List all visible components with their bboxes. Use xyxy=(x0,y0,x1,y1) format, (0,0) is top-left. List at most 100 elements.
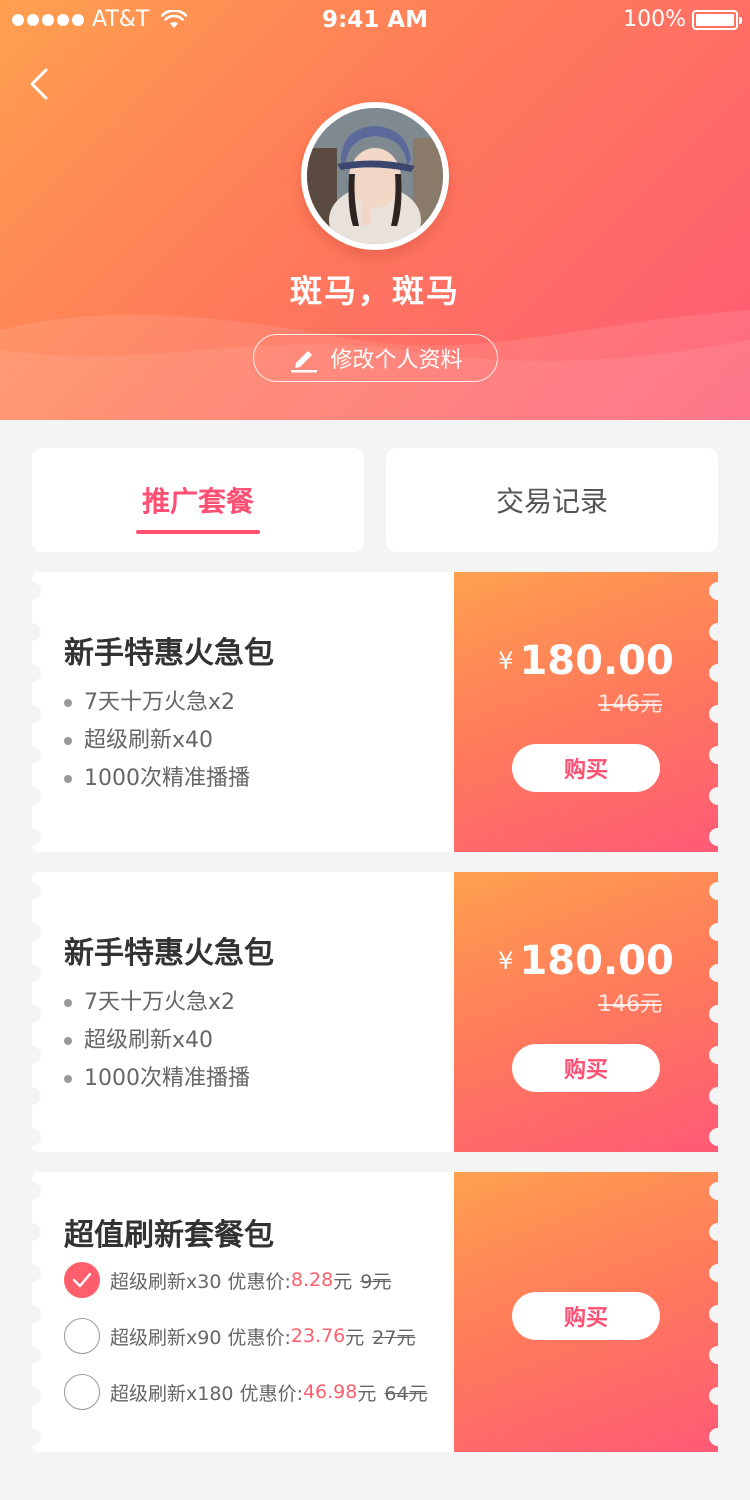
ticket-notch xyxy=(709,828,727,846)
feature-item: 1000次精准播播 xyxy=(64,760,250,798)
original-price: 146元 xyxy=(598,692,662,717)
ticket-notches-right xyxy=(709,1172,727,1452)
edit-profile-label: 修改个人资料 xyxy=(330,348,463,373)
ticket-notch xyxy=(23,664,41,682)
profile-name: 斑马，斑马 xyxy=(289,272,460,310)
buy-button[interactable]: 购买 xyxy=(512,1292,660,1340)
ticket-notch xyxy=(709,1182,727,1200)
ticket-notch xyxy=(23,705,41,723)
price: ¥180.00 xyxy=(498,638,674,684)
checkmark-icon xyxy=(72,1272,92,1288)
ticket-notch xyxy=(23,582,41,600)
buy-button[interactable]: 购买 xyxy=(512,1044,660,1092)
ticket-notch xyxy=(23,923,41,941)
option-name: 超级刷新x90 xyxy=(110,1326,222,1349)
tab-label: 推广套餐 xyxy=(141,485,254,518)
package-info: 新手特惠火急包 7天十万火急x2 超级刷新x40 1000次精准播播 xyxy=(32,572,454,852)
feature-item: 7天十万火急x2 xyxy=(64,984,250,1022)
radio-unchecked[interactable] xyxy=(64,1318,100,1354)
discount-label: 优惠价: xyxy=(227,1326,291,1349)
feature-item: 超级刷新x40 xyxy=(64,722,250,760)
ticket-notch xyxy=(23,1223,41,1241)
refresh-option[interactable]: 超级刷新x30 优惠价: 8.28 元 9元 xyxy=(64,1262,391,1298)
ticket-notch xyxy=(709,1087,727,1105)
package-price-panel: 购买 xyxy=(454,1172,718,1452)
tab-label: 交易记录 xyxy=(495,485,608,518)
ticket-notch xyxy=(709,1428,727,1446)
profile-header: AT&T 9:41 AM 100% 斑马，斑马 修改个人资料 xyxy=(0,0,750,420)
ticket-notch xyxy=(23,623,41,641)
discount-price: 46.98 xyxy=(302,1381,358,1403)
option-name: 超级刷新x30 xyxy=(110,1270,222,1293)
buy-button[interactable]: 购买 xyxy=(512,744,660,792)
ticket-notch xyxy=(23,1264,41,1282)
package-info: 超值刷新套餐包 超级刷新x30 优惠价: 8.28 元 9元 超级刷新x90 优惠价:… xyxy=(32,1172,454,1452)
ticket-notch xyxy=(23,1428,41,1446)
ticket-notch xyxy=(23,964,41,982)
ticket-notch xyxy=(709,664,727,682)
refresh-package-card: 超值刷新套餐包 超级刷新x30 优惠价: 8.28 元 9元 超级刷新x90 优惠价:… xyxy=(23,1172,727,1452)
package-info: 新手特惠火急包 7天十万火急x2 超级刷新x40 1000次精准播播 xyxy=(32,872,454,1152)
tab-promotion-packages[interactable]: 推广套餐 xyxy=(32,448,364,552)
price-unit: 元 xyxy=(357,1382,377,1405)
ticket-notch xyxy=(709,1346,727,1364)
radio-checked[interactable] xyxy=(64,1262,100,1298)
avatar-photo xyxy=(307,108,443,244)
radio-unchecked[interactable] xyxy=(64,1374,100,1410)
avatar[interactable] xyxy=(301,102,449,250)
original-price: 146元 xyxy=(598,992,662,1017)
ticket-notch xyxy=(709,746,727,764)
ticket-notches-left xyxy=(23,1172,41,1452)
ticket-notch xyxy=(709,1264,727,1282)
package-title: 新手特惠火急包 xyxy=(64,636,274,671)
package-card: 新手特惠火急包 7天十万火急x2 超级刷新x40 1000次精准播播 ¥180.… xyxy=(23,872,727,1152)
ticket-notch xyxy=(23,746,41,764)
discount-label: 优惠价: xyxy=(239,1382,303,1405)
ticket-notch xyxy=(23,1387,41,1405)
ticket-notch xyxy=(709,964,727,982)
back-arrow-icon[interactable] xyxy=(24,64,60,104)
ticket-notch xyxy=(23,1128,41,1146)
status-bar: AT&T 9:41 AM 100% xyxy=(0,0,750,40)
ticket-notches-left xyxy=(23,872,41,1152)
refresh-option[interactable]: 超级刷新x180 优惠价: 46.98 元 64元 xyxy=(64,1374,428,1410)
price-unit: 元 xyxy=(345,1326,365,1349)
ticket-notch xyxy=(23,1087,41,1105)
discount-price: 8.28 xyxy=(290,1269,334,1291)
feature-item: 1000次精准播播 xyxy=(64,1060,250,1098)
package-price-panel: ¥180.00 146元 购买 xyxy=(454,872,718,1152)
ticket-notch xyxy=(23,1005,41,1023)
ticket-notch xyxy=(23,882,41,900)
ticket-notch xyxy=(709,923,727,941)
price: ¥180.00 xyxy=(498,938,674,984)
original-price: 64元 xyxy=(384,1382,428,1405)
package-title: 新手特惠火急包 xyxy=(64,936,274,971)
battery-icon xyxy=(692,9,742,30)
refresh-option[interactable]: 超级刷新x90 优惠价: 23.76 元 27元 xyxy=(64,1318,415,1354)
ticket-notch xyxy=(23,828,41,846)
ticket-notch xyxy=(709,787,727,805)
active-tab-indicator xyxy=(136,530,260,534)
original-price: 27元 xyxy=(372,1326,416,1349)
edit-profile-button[interactable]: 修改个人资料 xyxy=(253,334,498,382)
ticket-notch xyxy=(709,582,727,600)
ticket-notch xyxy=(709,1387,727,1405)
feature-item: 7天十万火急x2 xyxy=(64,684,250,722)
feature-item: 超级刷新x40 xyxy=(64,1022,250,1060)
tab-transaction-records[interactable]: 交易记录 xyxy=(386,448,718,552)
price-unit: 元 xyxy=(333,1270,353,1293)
discount-label: 优惠价: xyxy=(227,1270,291,1293)
option-name: 超级刷新x180 xyxy=(110,1382,234,1405)
ticket-notch xyxy=(709,1046,727,1064)
ticket-notches-right xyxy=(709,872,727,1152)
ticket-notch xyxy=(23,787,41,805)
ticket-notch xyxy=(709,1223,727,1241)
discount-price: 23.76 xyxy=(290,1325,346,1347)
feature-list: 7天十万火急x2 超级刷新x40 1000次精准播播 xyxy=(64,984,250,1098)
ticket-notch xyxy=(23,1346,41,1364)
original-price: 9元 xyxy=(360,1270,392,1293)
package-title: 超值刷新套餐包 xyxy=(64,1218,274,1253)
package-card: 新手特惠火急包 7天十万火急x2 超级刷新x40 1000次精准播播 ¥180.… xyxy=(23,572,727,852)
pencil-icon xyxy=(291,351,318,373)
battery-percent: 100% xyxy=(623,7,686,32)
